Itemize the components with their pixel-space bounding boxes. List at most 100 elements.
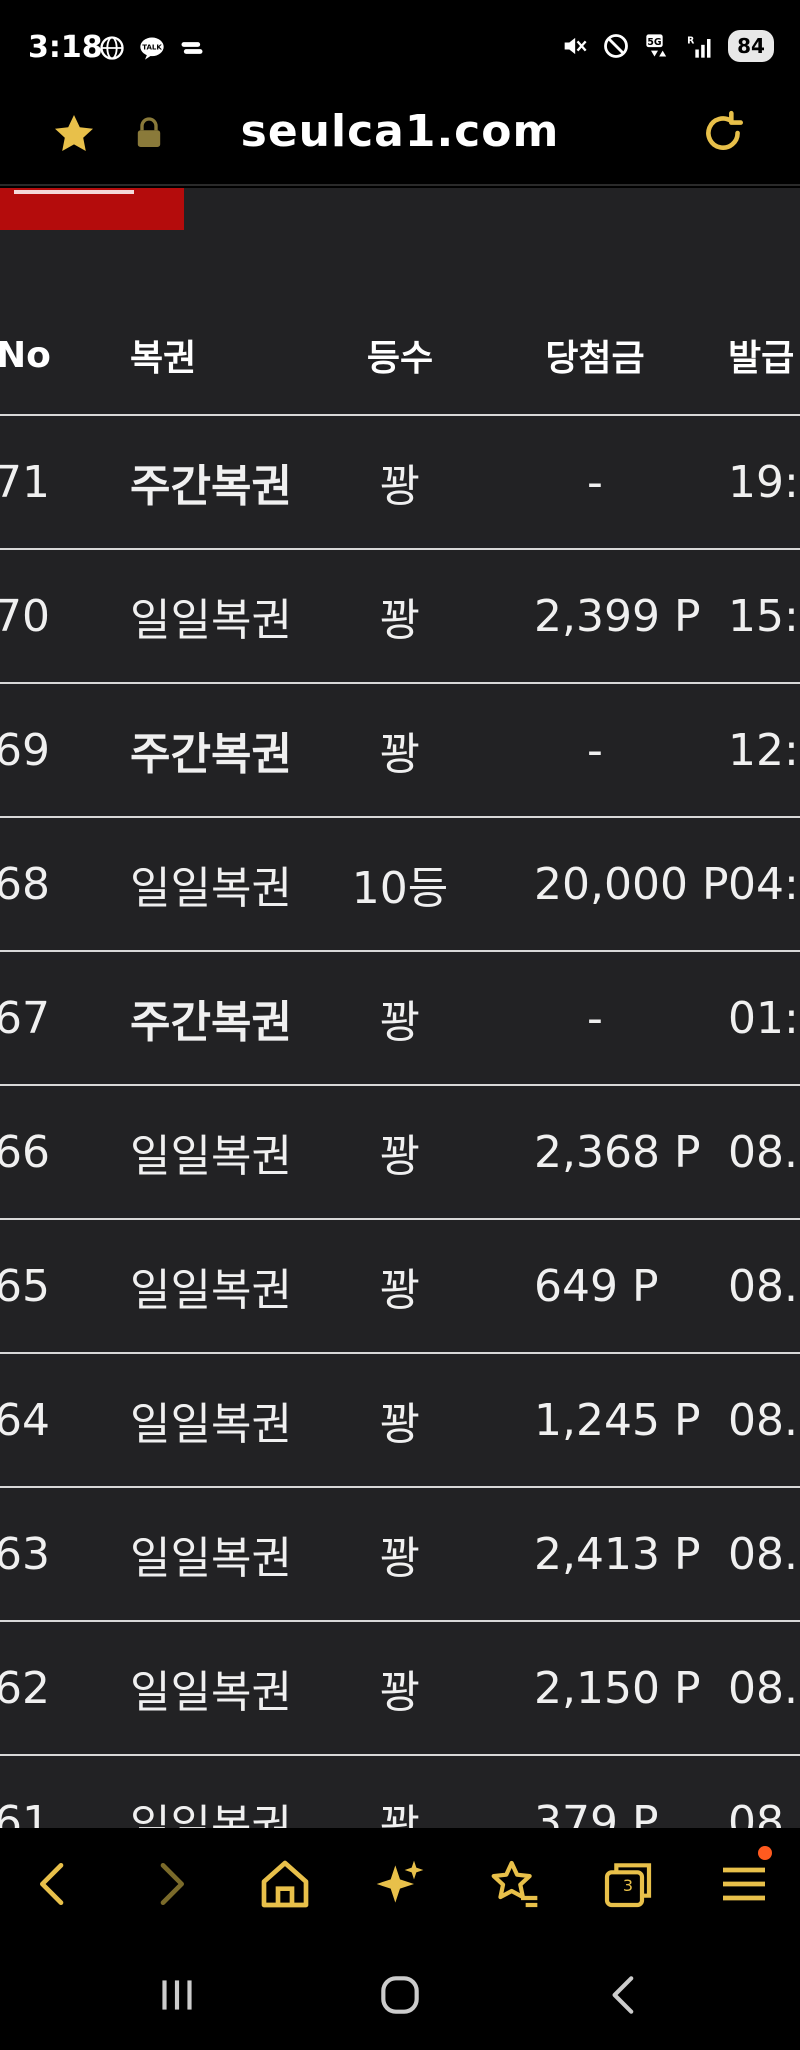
row-rank: 꽝 <box>379 1131 421 1182</box>
table-row[interactable]: 568 일일복권 10등 20,000 P04: <box>0 818 800 952</box>
status-left-icons: TALK <box>98 34 206 62</box>
row-no: 562 <box>0 1662 50 1714</box>
back-icon[interactable] <box>26 1856 82 1912</box>
globe-icon <box>100 36 124 60</box>
table-header: No 복권 등수 당첨금 발급 <box>0 296 800 416</box>
url-text[interactable]: seulca1.com <box>0 106 800 157</box>
row-prize: 649 P <box>534 1260 659 1312</box>
header-prize: 당첨금 <box>545 338 645 379</box>
row-prize: - <box>587 992 603 1044</box>
row-date: 08. <box>728 1126 798 1178</box>
recent-apps-icon[interactable] <box>152 1970 202 2020</box>
row-type: 일일복권 <box>130 1265 292 1316</box>
sparkle-icon[interactable] <box>372 1856 428 1912</box>
browser-bottom-nav: 3 <box>0 1828 800 1940</box>
row-type: 일일복권 <box>130 863 292 914</box>
mute-icon <box>564 37 587 55</box>
row-rank: 꽝 <box>379 729 421 780</box>
row-rank: 꽝 <box>379 997 421 1048</box>
row-no: 569 <box>0 724 50 776</box>
table-row[interactable]: 564 일일복권 꽝 1,245 P 08. <box>0 1354 800 1488</box>
status-bar: 3:18 TALK 5G R 84 <box>0 0 800 96</box>
row-no: 563 <box>0 1528 50 1580</box>
forward-icon[interactable] <box>142 1856 198 1912</box>
row-type: 주간복권 <box>130 997 292 1048</box>
row-date: 15: <box>728 590 799 642</box>
row-no: 568 <box>0 858 50 910</box>
row-type: 일일복권 <box>130 1801 292 1828</box>
row-prize: - <box>587 456 603 508</box>
row-no: 570 <box>0 590 50 642</box>
status-time: 3:18 <box>28 30 103 65</box>
row-rank: 꽝 <box>379 461 421 512</box>
table-row[interactable]: 571 주간복권 꽝 - 19: <box>0 416 800 550</box>
system-nav-bar <box>0 1940 800 2050</box>
home-circle-icon[interactable] <box>375 1970 425 2020</box>
header-rank: 등수 <box>366 338 434 379</box>
row-rank: 10등 <box>351 863 449 914</box>
table-row[interactable]: 567 주간복권 꽝 - 01: <box>0 952 800 1086</box>
status-right-icons: 5G R 84 <box>560 30 774 62</box>
row-type: 일일복권 <box>130 1533 292 1584</box>
home-icon[interactable] <box>257 1856 313 1912</box>
app-icon <box>181 42 203 54</box>
row-prize: 2,150 P <box>534 1662 701 1714</box>
row-date: 08. <box>728 1394 798 1446</box>
battery-indicator: 84 <box>728 30 774 62</box>
row-rank: 꽝 <box>379 1265 421 1316</box>
system-back-icon[interactable] <box>600 1970 650 2020</box>
header-type: 복권 <box>130 338 197 379</box>
bookmarks-icon[interactable] <box>486 1856 542 1912</box>
red-tab[interactable] <box>0 188 184 230</box>
svg-text:R: R <box>687 36 694 47</box>
row-type: 일일복권 <box>130 1131 292 1182</box>
row-no: 561 <box>0 1796 50 1829</box>
row-rank: 꽝 <box>379 1801 421 1828</box>
row-rank: 꽝 <box>379 595 421 646</box>
do-not-disturb-icon <box>604 34 628 58</box>
table-row[interactable]: 561 일일복권 꽝 379 P 08. <box>0 1756 800 1829</box>
kakaotalk-icon: TALK <box>140 37 164 60</box>
row-no: 564 <box>0 1394 50 1446</box>
menu-icon[interactable] <box>716 1856 772 1912</box>
browser-toolbar: seulca1.com <box>0 96 800 186</box>
tabs-button[interactable]: 3 <box>600 1856 656 1912</box>
table-row[interactable]: 565 일일복권 꽝 649 P 08. <box>0 1220 800 1354</box>
row-type: 주간복권 <box>130 729 292 780</box>
header-no: No <box>0 334 51 376</box>
svg-text:5G: 5G <box>647 37 661 48</box>
notification-dot <box>758 1846 772 1860</box>
row-date: 01: <box>728 992 799 1044</box>
row-rank: 꽝 <box>379 1667 421 1718</box>
table-row[interactable]: 563 일일복권 꽝 2,413 P 08. <box>0 1488 800 1622</box>
row-prize: 2,399 P <box>534 590 701 642</box>
row-prize: 2,368 P <box>534 1126 701 1178</box>
row-prize: 20,000 P <box>534 858 729 910</box>
lottery-table: No 복권 등수 당첨금 발급 571주간복권꽝-19:570일일복권꽝2,39… <box>0 296 800 1828</box>
signal-bars-icon: R <box>687 36 711 58</box>
row-prize: 379 P <box>534 1796 659 1829</box>
row-type: 일일복권 <box>130 595 292 646</box>
table-body: 571주간복권꽝-19:570일일복권꽝2,399 P15:569주간복권꽝-1… <box>0 416 800 1828</box>
row-type: 일일복권 <box>130 1399 292 1450</box>
row-date: 08. <box>728 1528 798 1580</box>
row-rank: 꽝 <box>379 1399 421 1450</box>
table-row[interactable]: 566 일일복권 꽝 2,368 P 08. <box>0 1086 800 1220</box>
row-type: 주간복권 <box>130 461 292 512</box>
table-row[interactable]: 570 일일복권 꽝 2,399 P 15: <box>0 550 800 684</box>
row-date: 08. <box>728 1260 798 1312</box>
header-date: 발급 <box>728 338 795 379</box>
table-row[interactable]: 562 일일복권 꽝 2,150 P 08. <box>0 1622 800 1756</box>
row-type: 일일복권 <box>130 1667 292 1718</box>
red-tab-mark <box>14 188 134 194</box>
reload-icon[interactable] <box>698 108 748 158</box>
row-no: 567 <box>0 992 50 1044</box>
tabs-count: 3 <box>622 1876 634 1895</box>
row-prize: - <box>587 724 603 776</box>
svg-text:TALK: TALK <box>142 44 162 52</box>
row-date: 12: <box>728 724 799 776</box>
row-date: 08. <box>728 1796 798 1829</box>
row-prize: 2,413 P <box>534 1528 701 1580</box>
row-prize: 1,245 P <box>534 1394 701 1446</box>
table-row[interactable]: 569 주간복권 꽝 - 12: <box>0 684 800 818</box>
